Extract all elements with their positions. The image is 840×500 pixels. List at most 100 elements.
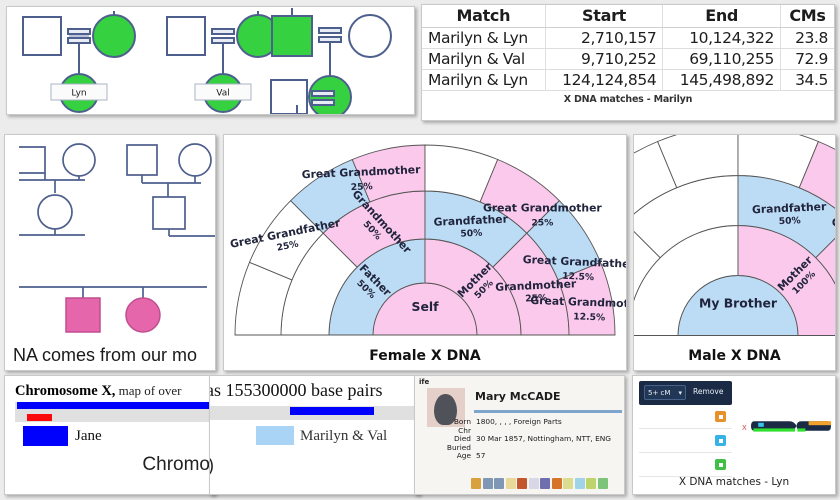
chip-center-dot [718, 462, 723, 467]
person-toolbar-icon-8[interactable] [551, 478, 562, 489]
chromosome-x-legend-label: Jane [75, 428, 102, 444]
column-header-end: End [662, 5, 781, 28]
column-header-start: Start [545, 5, 664, 28]
panel-fan-female: Self Father 50% Mother 50% Grandmother 5… [223, 134, 627, 371]
table-row: Marilyn & Lyn 124,124,854 145,498,892 34… [422, 69, 834, 91]
person-field-value [476, 444, 624, 453]
segment-cyan [758, 422, 764, 427]
cell-end: 69,110,255 [662, 48, 781, 70]
x-matches-title: X DNA matches - Lyn [678, 476, 790, 488]
person-field-row: Buried [415, 443, 624, 453]
cm-threshold-select[interactable]: 5+ cM ▾ [644, 385, 686, 400]
cell-start: 124,124,854 [545, 69, 664, 91]
base-pairs-bar [290, 407, 374, 415]
person-fields: Born 1800, , , , Foreign Parts Chr Died … [415, 417, 624, 461]
person-toolbar-icon-4[interactable] [505, 478, 516, 489]
pedigree-blue-male-affected [65, 297, 101, 333]
segment-green-right [797, 428, 806, 432]
person-relation-label: ife [419, 378, 430, 386]
person-toolbar-icon-7[interactable] [540, 478, 550, 489]
chevron-down-icon: ▾ [678, 388, 682, 397]
pedigree-blue-svg [19, 143, 215, 333]
person-field-label: Age [456, 451, 471, 461]
fan-female-svg: Self Father 50% Mother 50% Grandmother 5… [229, 144, 626, 336]
chromosome-x-axis-label: X [742, 424, 747, 432]
person-toolbar-icon-9[interactable] [563, 478, 573, 489]
chromosome-x-title-bold: Chromosome X, [15, 383, 116, 399]
cell-match: Marilyn & Lyn [422, 69, 546, 91]
fan-pct-great-grandmother-1: 25% [350, 181, 372, 193]
person-field-row: Age 57 [415, 452, 624, 461]
x-match-color-chip-1[interactable] [715, 411, 726, 422]
fan-male-label-self: My Brother [699, 296, 778, 311]
base-pairs-title: as 155300000 base pairs [209, 380, 383, 400]
panel-pedigree-blue: NA comes from our mo [4, 134, 216, 371]
panel-x-matches-lyn: 5+ cM ▾ Remove X X DNA matches - Lyn [632, 375, 836, 495]
fan-label-grandfather: Grandfather [433, 212, 509, 228]
table-caption: X DNA matches - Marilyn [563, 94, 693, 105]
x-match-color-chip-2[interactable] [715, 435, 726, 446]
person-toolbar-icon-10[interactable] [574, 478, 585, 489]
fan-pct-great-grandmother-2: 25% [531, 218, 553, 229]
cell-match: Marilyn & Lyn [422, 27, 546, 49]
fan-pct-great-grandfather-2: 12.5% [562, 271, 594, 283]
x-match-row[interactable] [639, 429, 732, 453]
table-row: Marilyn & Val 9,710,252 69,110,255 72.9 [422, 48, 834, 70]
cell-cms: 34.5 [780, 69, 834, 91]
remove-button[interactable]: Remove [693, 387, 723, 396]
cell-end: 10,124,322 [662, 27, 781, 49]
chip-center-dot [718, 438, 723, 443]
chromosome-x-title-rest: map of over [115, 383, 182, 398]
cell-match: Marilyn & Val [422, 48, 546, 70]
pedigree-blue-female-affected [125, 297, 161, 333]
panel-base-pairs: as 155300000 base pairs Marilyn & Val ) [209, 375, 420, 495]
fan-female-title: Female X DNA [369, 348, 481, 364]
x-matches-rows [639, 405, 732, 477]
x-match-row[interactable] [639, 405, 732, 429]
segment-orange [808, 421, 831, 426]
person-name: Mary McCADE [475, 390, 561, 403]
pedigree-blue-caption: NA comes from our mo [13, 345, 198, 365]
person-field-value: 1800, , , , Foreign Parts [476, 417, 562, 426]
panel-person-card: ife Mary McCADE Born 1800, , , , Foreign… [414, 375, 625, 495]
panel-match-table: Match Start End CMs Marilyn & Lyn 2,710,… [421, 4, 835, 121]
fan-male-svg: My Brother Mother 100% Grandfather 50% G… [634, 135, 835, 336]
base-pairs-footer: ) [210, 455, 214, 476]
person-toolbar-icon-6[interactable] [528, 478, 539, 489]
chromosome-x-title: Chromosome X, map of over [15, 382, 181, 400]
person-toolbar-icon-5[interactable] [517, 478, 527, 489]
chromosome-x-segment-red [27, 414, 52, 421]
chromosome-x-legend-swatch [23, 426, 68, 446]
person-toolbar-icon-11[interactable] [586, 478, 596, 489]
fan-pct-great-grandmother-3: 12.5% [573, 311, 605, 323]
table-header-row: Match Start End CMs [422, 5, 834, 28]
fan-male-pct-grandfather: 50% [778, 215, 800, 227]
segment-green-left [753, 428, 795, 432]
person-divider [474, 410, 622, 413]
person-toolbar-icon-3[interactable] [494, 478, 504, 489]
x-match-color-chip-3[interactable] [715, 459, 726, 470]
panel-chromosome-x-map: Chromosome X, map of over Jane Chromo [4, 375, 215, 495]
cell-cms: 72.9 [780, 48, 834, 70]
chromosome-segment-graphic [751, 421, 831, 432]
panel-fan-male: My Brother Mother 100% Grandfather 50% G… [633, 134, 836, 371]
fan-pct-grandfather: 50% [460, 228, 482, 240]
person-toolbar-icon-12[interactable] [597, 478, 608, 489]
table-row: Marilyn & Lyn 2,710,157 10,124,322 23.8 [422, 27, 834, 49]
x-dna-match-table: Match Start End CMs Marilyn & Lyn 2,710,… [422, 5, 834, 91]
fan-male-label-grandfather: Grandfather [752, 200, 828, 216]
column-header-cms: CMs [780, 5, 834, 28]
person-toolbar-icons[interactable] [471, 478, 608, 489]
x-matches-toolbar: 5+ cM ▾ Remove [639, 381, 732, 405]
cell-start: 2,710,157 [545, 27, 664, 49]
person-toolbar-icon-1[interactable] [471, 478, 481, 489]
cell-cms: 23.8 [780, 27, 834, 49]
panel-pedigree-green: Lyn Val [6, 6, 415, 115]
cm-threshold-value: 5+ cM [648, 388, 671, 397]
screenshot-page: Lyn Val Match Start End CMs Marilyn & Ly… [0, 0, 840, 500]
base-pairs-legend-swatch [256, 426, 294, 445]
chip-center-dot [718, 414, 723, 419]
x-match-row[interactable] [639, 453, 732, 477]
person-toolbar-icon-2[interactable] [482, 478, 493, 489]
chromosome-x-bar-blue [17, 402, 213, 409]
